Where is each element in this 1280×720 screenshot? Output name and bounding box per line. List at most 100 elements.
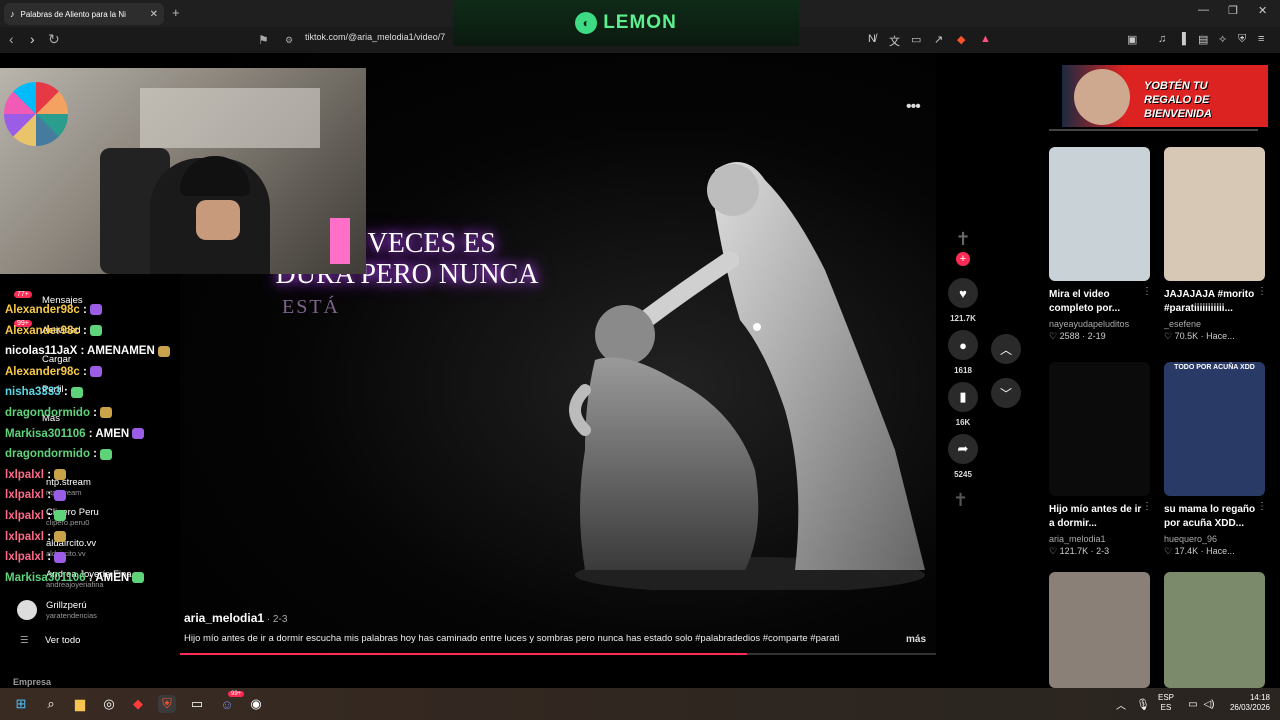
chat-username[interactable]: nisha3333 — [5, 386, 61, 398]
chat-username[interactable]: Alexander98c — [5, 304, 80, 316]
recommendation-user[interactable]: aria_melodia1 — [1049, 534, 1150, 544]
media-icon[interactable]: ♫ — [1158, 33, 1166, 45]
recommendation-user[interactable]: _esefene — [1164, 319, 1265, 329]
microphone-icon[interactable]: 🎙 — [1134, 695, 1152, 713]
creator-avatar[interactable]: ✝ — [953, 229, 973, 251]
recommendation-title[interactable]: Hijo mío antes de ir a dormir... — [1049, 503, 1145, 531]
recommendation-user[interactable]: nayeayudapeluditos — [1049, 319, 1150, 329]
chat-username[interactable]: dragondormido — [5, 407, 90, 419]
minimize-icon[interactable]: — — [1198, 4, 1209, 16]
video-more-options-icon[interactable]: ••• — [906, 98, 921, 116]
steam-icon[interactable]: ◎ — [100, 695, 118, 713]
share-arrow-icon[interactable]: ➦ — [948, 434, 978, 464]
recommendation-thumbnail[interactable] — [1049, 147, 1150, 281]
recommendation-card[interactable]: TODO POR ACUÑA XDD su mama lo regaño por … — [1164, 362, 1267, 557]
new-tab-button[interactable]: + — [172, 5, 180, 20]
cast-icon[interactable]: ▭ — [911, 33, 921, 46]
back-icon[interactable]: ‹ — [9, 31, 14, 47]
video-author[interactable]: aria_melodia1 · 2-3 — [184, 611, 287, 625]
browser-tab[interactable]: ♪ Palabras de Aliento para la Ni ✕ — [4, 3, 164, 25]
author-name[interactable]: aria_melodia1 — [184, 611, 264, 625]
recommendation-title[interactable]: Mira el video completo por... — [1049, 288, 1145, 316]
chat-username[interactable]: Markisa301106 — [5, 572, 86, 584]
like-heart-icon[interactable]: ♥ — [948, 278, 978, 308]
chat-username[interactable]: lxlpalxl — [5, 469, 44, 481]
search-icon[interactable]: ⌕ — [42, 695, 60, 713]
chat-username[interactable]: lxlpalxl — [5, 510, 44, 522]
avatar[interactable] — [17, 600, 37, 620]
restore-icon[interactable]: ❐ — [1228, 4, 1238, 17]
chat-username[interactable]: lxlpalxl — [5, 489, 44, 501]
chat-message: lxlpalxl : — [5, 510, 67, 522]
card-more-icon[interactable]: ⋮ — [1142, 286, 1152, 297]
reader-icon[interactable]: N̸ — [868, 33, 876, 45]
recommendation-title[interactable]: su mama lo regaño por acuña XDD... — [1164, 503, 1260, 531]
recommendation-user[interactable]: huequero_96 — [1164, 534, 1265, 544]
reload-icon[interactable]: ↻ — [48, 31, 60, 48]
music-disc-icon[interactable]: ✝ — [953, 490, 968, 511]
company-link[interactable]: Empresa — [13, 677, 51, 687]
language-indicator[interactable]: ESP ES — [1158, 693, 1174, 713]
card-more-icon[interactable]: ⋮ — [1142, 501, 1152, 512]
wallet-icon[interactable]: ▤ — [1198, 33, 1208, 46]
tab-close-icon[interactable]: ✕ — [150, 9, 158, 20]
chat-message: lxlpalxl : — [5, 489, 67, 501]
recommendation-card[interactable]: Mira el video completo por... ⋮ nayeayudap… — [1049, 147, 1152, 342]
chat-username[interactable]: lxlpalxl — [5, 531, 44, 543]
brave-shield-icon[interactable]: ◆ — [957, 33, 965, 46]
share-icon[interactable]: ↗ — [934, 33, 943, 46]
app-window-icon[interactable]: ▭ — [188, 695, 206, 713]
obs-icon[interactable]: ◉ — [247, 695, 265, 713]
comment-count: 1618 — [954, 366, 972, 375]
chat-username[interactable]: Alexander98c — [5, 325, 80, 337]
forward-icon[interactable]: › — [30, 31, 35, 47]
recommendation-thumbnail[interactable] — [1049, 362, 1150, 496]
next-video-chevron-down-icon[interactable]: ﹀ — [991, 378, 1021, 408]
chat-username[interactable]: Markisa301106 — [5, 428, 86, 440]
tray-chevron-up-icon[interactable]: ︿ — [1112, 695, 1130, 713]
recommendation-thumbnail[interactable]: TODO POR ACUÑA XDD — [1164, 362, 1265, 496]
welcome-gift-banner[interactable]: YOBTÉN TU REGALO DE BIENVENIDA — [1062, 65, 1268, 127]
windows-start-icon[interactable]: ⊞ — [12, 695, 30, 713]
recommendation-thumbnail[interactable] — [1164, 572, 1265, 688]
bookmark-icon[interactable]: ⚑ — [258, 33, 269, 47]
card-more-icon[interactable]: ⋮ — [1257, 501, 1267, 512]
chat-username[interactable]: Alexander98c — [5, 366, 80, 378]
see-all-link[interactable]: Ver todo — [45, 635, 80, 646]
recorder-icon[interactable]: ◆ — [129, 695, 147, 713]
brave-browser-icon[interactable]: ⛨ — [158, 695, 176, 713]
follow-plus-icon[interactable]: + — [956, 252, 970, 266]
vpn-icon[interactable]: ⛨ — [1238, 33, 1246, 46]
chat-username[interactable]: nicolas11JaX — [5, 345, 77, 357]
site-info-icon[interactable]: ⚙ — [285, 35, 293, 46]
taskbar-clock[interactable]: 14:18 26/03/2026 — [1224, 693, 1270, 713]
chat-emote-icon — [89, 304, 102, 316]
caption-more-link[interactable]: más — [906, 634, 926, 645]
recommendation-thumbnail[interactable] — [1164, 147, 1265, 281]
recommendation-card[interactable]: Hijo mío antes de ir a dormir... ⋮ aria_me… — [1049, 362, 1152, 557]
chat-username[interactable]: lxlpalxl — [5, 551, 44, 563]
file-explorer-icon[interactable]: ▆ — [71, 695, 89, 713]
chat-username[interactable]: dragondormido — [5, 448, 90, 460]
chat-message: Markisa301106 : AMEN — [5, 427, 145, 440]
bookmark-save-icon[interactable]: ▮ — [948, 382, 978, 412]
volume-icon[interactable]: ◁) — [1200, 695, 1218, 713]
chat-text: : — [47, 468, 52, 481]
sidebar-toggle-icon[interactable]: ▣ — [1127, 33, 1137, 46]
translate-icon[interactable]: 文 — [889, 33, 900, 49]
menu-icon[interactable]: ≡ — [1258, 33, 1264, 45]
leo-icon[interactable]: ✧ — [1218, 33, 1227, 46]
following-item[interactable]: Grillzperú yaratendencias — [46, 600, 97, 620]
recommendation-thumbnail[interactable] — [1049, 572, 1150, 688]
recommendation-card[interactable]: JAJAJAJA #morito #paratiiiiiiiiiii... ⋮ _e… — [1164, 147, 1267, 342]
rewards-icon[interactable]: ▲ — [980, 33, 991, 45]
discord-icon[interactable]: ☺ — [218, 695, 236, 713]
recommendation-title[interactable]: JAJAJAJA #morito #paratiiiiiiiiiii... — [1164, 288, 1260, 316]
comment-icon[interactable]: ● — [948, 330, 978, 360]
card-more-icon[interactable]: ⋮ — [1257, 286, 1267, 297]
chat-text: : AMEN — [88, 427, 130, 440]
video-progress-bar[interactable] — [180, 653, 936, 655]
close-window-icon[interactable]: ✕ — [1258, 4, 1267, 17]
previous-video-chevron-up-icon[interactable]: ︿ — [991, 334, 1021, 364]
split-view-icon[interactable]: ▐ — [1178, 33, 1186, 45]
